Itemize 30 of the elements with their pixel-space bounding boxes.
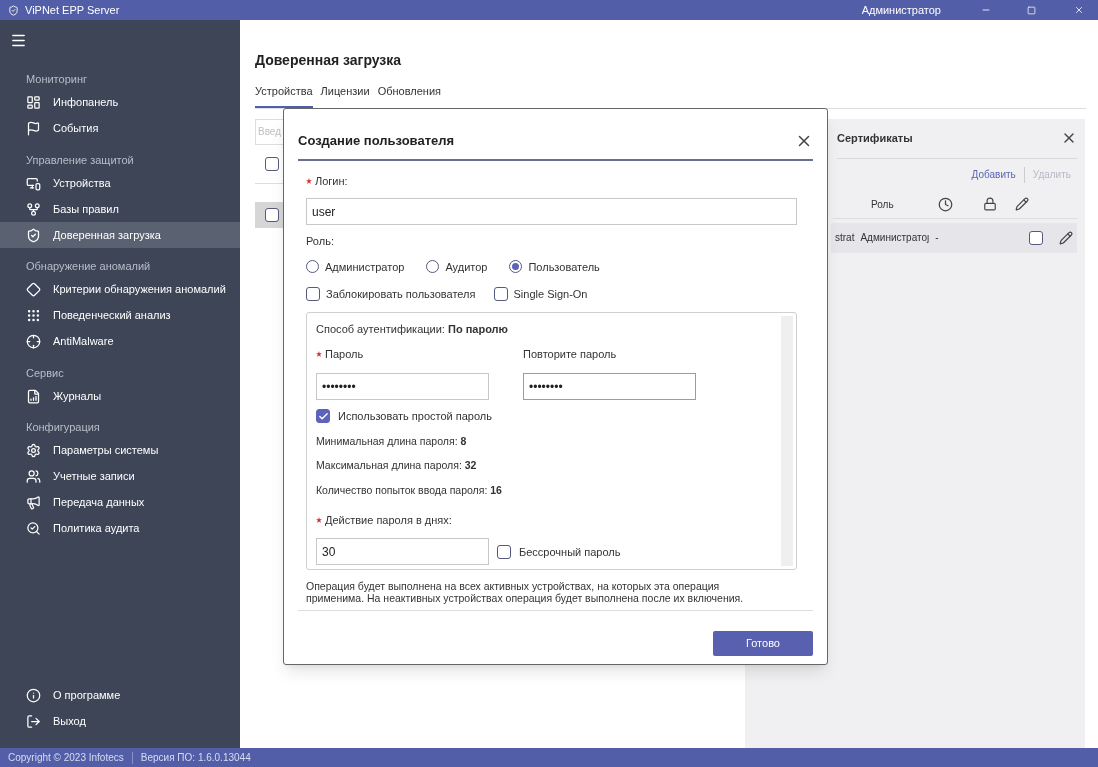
section-label: Сервис <box>25 365 65 381</box>
field-label: Роль: <box>306 234 335 249</box>
page-title: Доверенная загрузка <box>255 51 403 70</box>
section-label: Конфигурация <box>25 420 101 435</box>
info-text: Максимальная длина пароля: 32 <box>316 458 478 474</box>
panel-title: Сертификаты <box>837 130 913 146</box>
section-label: Мониторинг <box>25 72 88 87</box>
info-text: Количество попыток ввода пароля: 16 <box>316 483 503 498</box>
note-text: Операция будет выполнена на всех активных устройствах, на которых эта операция применима. На неактивных устройствах операция будет выполнена после их включения. <box>306 579 745 604</box>
column-header: Роль <box>871 197 894 212</box>
version-text: Версия ПО: 1.6.0.13044 <box>140 751 251 765</box>
section-label: Управление защитой <box>25 152 135 168</box>
checkbox-label: Использовать простой пароль <box>338 409 492 424</box>
table-cell-text: strat <box>835 231 855 245</box>
checkbox-label: Заблокировать пользователя <box>326 287 476 302</box>
table-cell-text: Администратоȷ <box>860 231 930 245</box>
table-cell-text: - <box>935 231 939 245</box>
dialog-title: Создание пользователя <box>298 132 455 150</box>
checkbox-label: Бессрочный пароль <box>519 544 621 560</box>
field-label: Повторите пароль <box>523 346 617 362</box>
checkbox-label: Single Sign-On <box>513 287 588 302</box>
user-name: Администратор <box>861 2 941 18</box>
auth-method-text: Способ аутентификации: По паролю <box>316 321 509 337</box>
window-title: ViPNet EPP Server <box>25 2 120 18</box>
field-label: Действие пароля в днях: <box>325 512 452 528</box>
section-label: Обнаружение аномалий <box>25 259 152 274</box>
copyright-text: Copyright © 2023 Infotecs <box>8 751 124 765</box>
field-label: Пароль <box>325 346 364 362</box>
info-text: Минимальная длина пароля: 8 <box>316 433 468 449</box>
field-label: Логин: <box>315 173 348 189</box>
